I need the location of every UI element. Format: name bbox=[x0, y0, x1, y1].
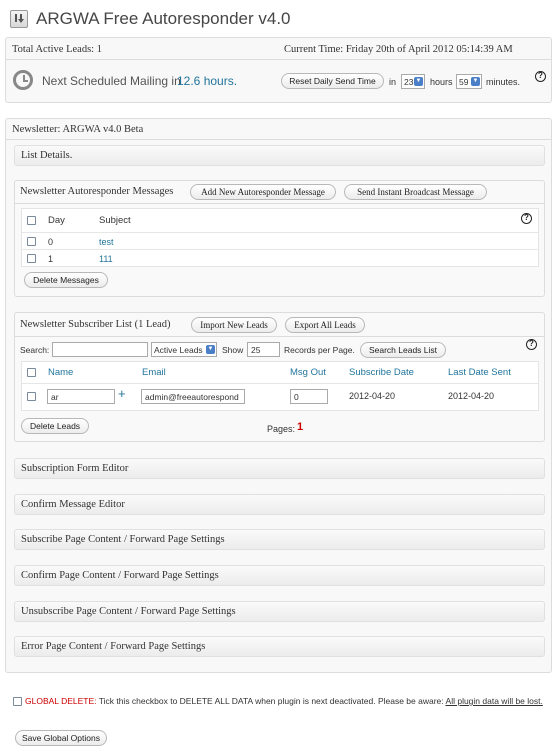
newsletter-title: Newsletter: ARGWA v4.0 Beta bbox=[12, 124, 144, 135]
hours-value: 23 bbox=[404, 76, 414, 87]
in-label: in bbox=[389, 77, 397, 87]
help-icon[interactable]: ? bbox=[521, 213, 532, 224]
newsletter-divider bbox=[6, 139, 551, 140]
records-label: Records per Page. bbox=[284, 345, 355, 355]
message-checkbox[interactable] bbox=[27, 237, 36, 246]
send-broadcast-button[interactable]: Send Instant Broadcast Message bbox=[344, 184, 487, 200]
help-icon[interactable]: ? bbox=[535, 71, 546, 82]
col-subject: Subject bbox=[99, 215, 131, 226]
confirm-message-editor-header[interactable]: Confirm Message Editor bbox=[14, 494, 545, 515]
message-subject-link[interactable]: 111 bbox=[99, 254, 113, 264]
current-time: Current Time: Friday 20th of April 2012 … bbox=[284, 44, 513, 55]
reset-send-time-button[interactable]: Reset Daily Send Time bbox=[281, 73, 384, 89]
subscriber-divider bbox=[15, 336, 544, 337]
lead-filter-value: Active Leads bbox=[154, 344, 203, 355]
subscribe-page-settings-header[interactable]: Subscribe Page Content / Forward Page Se… bbox=[14, 529, 545, 550]
autoresponder-divider bbox=[15, 203, 544, 204]
lead-checkbox[interactable] bbox=[27, 392, 36, 401]
next-mailing-label: Next Scheduled Mailing in bbox=[42, 74, 181, 88]
message-subject-link[interactable]: test bbox=[99, 237, 114, 247]
col-subscribe-date[interactable]: Subscribe Date bbox=[349, 367, 414, 378]
show-label: Show bbox=[222, 345, 244, 355]
lead-last-date: 2012-04-20 bbox=[448, 391, 495, 401]
search-label: Search: bbox=[20, 345, 50, 355]
message-day: 1 bbox=[48, 254, 54, 264]
plugin-logo-icon bbox=[10, 10, 28, 28]
chevron-down-icon: ▼ bbox=[206, 345, 215, 354]
list-details-header[interactable]: List Details. bbox=[14, 145, 545, 166]
total-leads: Total Active Leads: 1 bbox=[12, 44, 102, 55]
table-header-line bbox=[22, 383, 538, 384]
subscription-form-editor-header[interactable]: Subscription Form Editor bbox=[14, 458, 545, 479]
lead-email-field[interactable]: admin@freeautorespond bbox=[141, 389, 245, 404]
col-name[interactable]: Name bbox=[48, 367, 73, 378]
message-day: 0 bbox=[48, 237, 54, 247]
chevron-down-icon: ▼ bbox=[414, 77, 423, 86]
message-checkbox[interactable] bbox=[27, 254, 36, 263]
page-title: ARGWA Free Autoresponder v4.0 bbox=[36, 9, 291, 28]
col-email[interactable]: Email bbox=[142, 367, 166, 378]
minutes-value: 59 bbox=[459, 76, 469, 87]
export-leads-button[interactable]: Export All Leads bbox=[285, 317, 365, 333]
table-header-line bbox=[22, 232, 538, 233]
clock-icon bbox=[13, 70, 33, 90]
confirm-page-settings-header[interactable]: Confirm Page Content / Forward Page Sett… bbox=[14, 565, 545, 586]
add-lead-icon[interactable]: + bbox=[118, 386, 126, 401]
next-mailing-value: 12.6 hours. bbox=[177, 74, 238, 88]
col-last-date-sent[interactable]: Last Date Sent bbox=[448, 367, 511, 378]
import-leads-button[interactable]: Import New Leads bbox=[191, 317, 277, 333]
col-day: Day bbox=[48, 215, 65, 226]
minutes-select[interactable]: 59 ▼ bbox=[456, 74, 482, 89]
lead-msgout-field[interactable]: 0 bbox=[290, 389, 328, 404]
lead-subscribe-date: 2012-04-20 bbox=[349, 391, 396, 401]
chevron-down-icon: ▼ bbox=[471, 77, 480, 86]
autoresponder-title: Newsletter Autoresponder Messages bbox=[20, 186, 174, 197]
subscriber-title: Newsletter Subscriber List (1 Lead) bbox=[20, 319, 171, 330]
global-delete-text: Tick this checkbox to DELETE ALL DATA wh… bbox=[98, 696, 444, 706]
help-icon[interactable]: ? bbox=[526, 339, 537, 350]
delete-leads-button[interactable]: Delete Leads bbox=[21, 418, 89, 434]
hours-label: hours bbox=[430, 77, 453, 87]
unsubscribe-page-settings-header[interactable]: Unsubscribe Page Content / Forward Page … bbox=[14, 601, 545, 622]
col-msg-out[interactable]: Msg Out bbox=[290, 367, 326, 378]
search-input[interactable] bbox=[52, 342, 148, 357]
minutes-label: minutes. bbox=[486, 77, 521, 87]
table-row-line bbox=[22, 249, 538, 250]
global-delete-notice: GLOBAL DELETE: Tick this checkbox to DEL… bbox=[25, 696, 543, 706]
hours-select[interactable]: 23 ▼ bbox=[401, 74, 425, 89]
add-autoresponder-button[interactable]: Add New Autoresponder Message bbox=[190, 184, 336, 200]
stats-divider bbox=[6, 59, 551, 60]
pages-label: Pages: bbox=[267, 424, 296, 434]
select-all-leads-checkbox[interactable] bbox=[27, 368, 36, 377]
records-per-page-input[interactable]: 25 bbox=[247, 342, 280, 357]
global-delete-checkbox[interactable] bbox=[13, 697, 22, 706]
select-all-messages-checkbox[interactable] bbox=[27, 216, 36, 225]
global-delete-label: GLOBAL DELETE: bbox=[25, 696, 97, 706]
save-global-options-button[interactable]: Save Global Options bbox=[15, 730, 107, 746]
page-number-link[interactable]: 1 bbox=[297, 421, 303, 433]
delete-messages-button[interactable]: Delete Messages bbox=[24, 272, 108, 288]
error-page-settings-header[interactable]: Error Page Content / Forward Page Settin… bbox=[14, 636, 545, 657]
lead-name-field[interactable]: ar bbox=[47, 389, 115, 404]
lead-filter-select[interactable]: Active Leads ▼ bbox=[151, 342, 217, 357]
global-delete-warning: All plugin data will be lost. bbox=[445, 696, 543, 706]
search-leads-button[interactable]: Search Leads List bbox=[360, 342, 446, 358]
